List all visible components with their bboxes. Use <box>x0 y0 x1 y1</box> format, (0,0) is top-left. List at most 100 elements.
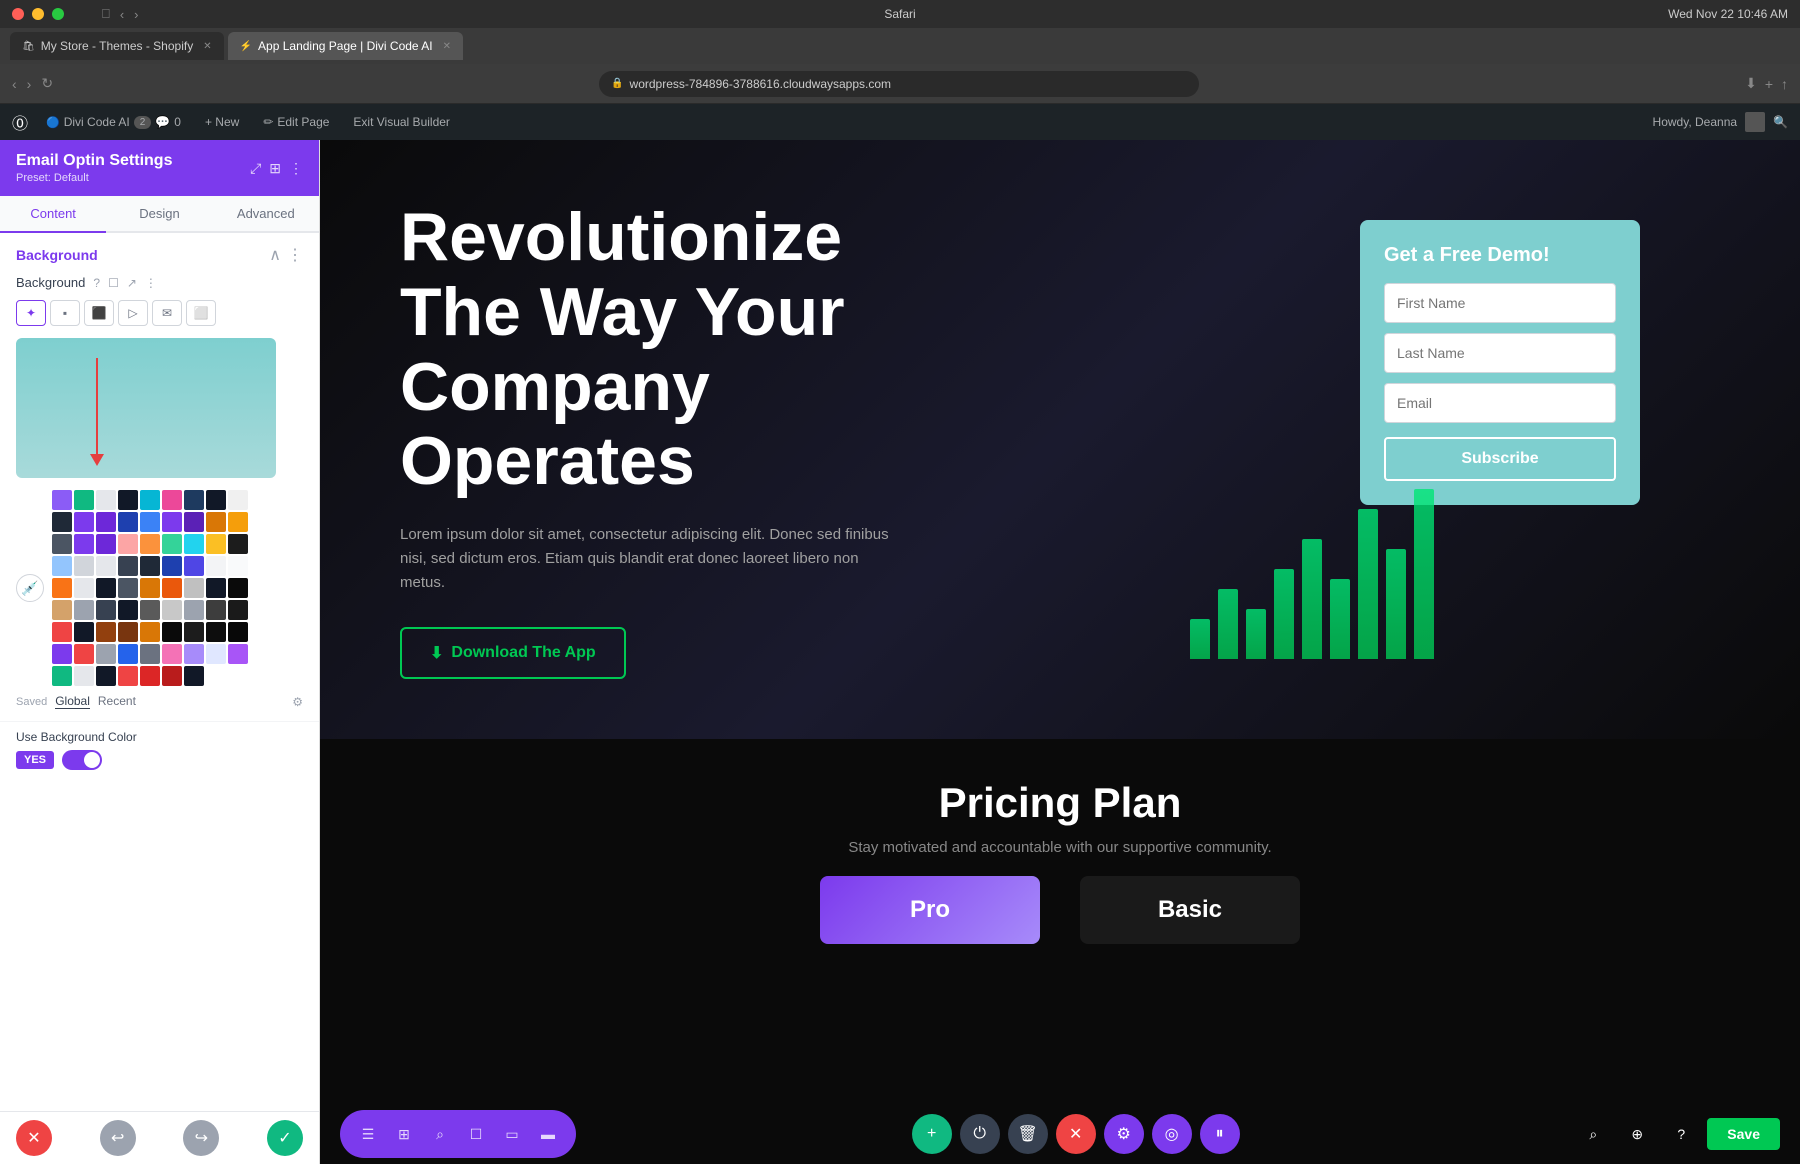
undo-circle-btn[interactable]: ◎ <box>1152 1114 1192 1154</box>
swatch[interactable] <box>184 644 204 664</box>
settings-btn[interactable]: ⚙ <box>1104 1114 1144 1154</box>
settings-cog-icon[interactable]: ⚙ <box>292 695 303 709</box>
swatch[interactable] <box>74 622 94 642</box>
shopify-tab-close[interactable]: ✕ <box>203 41 211 52</box>
bg-color-type[interactable]: ✦ <box>16 300 46 326</box>
last-name-input[interactable] <box>1384 333 1616 373</box>
address-bar[interactable]: 🔒 wordpress-784896-3788616.cloudwaysapps… <box>599 71 1199 97</box>
swatch[interactable] <box>162 644 182 664</box>
swatch[interactable] <box>228 578 248 598</box>
search-icon[interactable]: 🔍 <box>1773 115 1788 129</box>
undo-button[interactable]: ↩ <box>100 1120 136 1156</box>
swatch[interactable] <box>140 578 160 598</box>
swatch[interactable] <box>140 600 160 620</box>
use-bg-toggle[interactable] <box>62 750 102 770</box>
power-btn[interactable]: ⏻ <box>960 1114 1000 1154</box>
swatch[interactable] <box>74 644 94 664</box>
swatch[interactable] <box>74 578 94 598</box>
edit-page-item[interactable]: ✏ Edit Page <box>257 113 335 131</box>
pause-btn[interactable]: ⏸ <box>1200 1114 1240 1154</box>
swatch[interactable] <box>184 578 204 598</box>
swatch[interactable] <box>118 600 138 620</box>
add-btn[interactable]: ⊕ <box>1619 1116 1655 1152</box>
add-module-btn[interactable]: + <box>912 1114 952 1154</box>
close-btn[interactable]: ✕ <box>1056 1114 1096 1154</box>
swatch[interactable] <box>140 622 160 642</box>
toolbar-search-btn[interactable]: ⌕ <box>424 1118 456 1150</box>
swatch[interactable] <box>118 622 138 642</box>
zoom-btn[interactable]: ⌕ <box>1575 1116 1611 1152</box>
swatch[interactable] <box>228 534 248 554</box>
swatch[interactable] <box>96 534 116 554</box>
swatch[interactable] <box>140 644 160 664</box>
swatch[interactable] <box>162 666 182 686</box>
wp-logo[interactable]: ⓪ <box>12 110 28 134</box>
swatch[interactable] <box>206 578 226 598</box>
swatch[interactable] <box>74 490 94 510</box>
swatch[interactable] <box>162 534 182 554</box>
swatch[interactable] <box>206 644 226 664</box>
collapse-icon[interactable]: ∧ <box>269 245 281 265</box>
swatch[interactable] <box>96 578 116 598</box>
confirm-button[interactable]: ✓ <box>267 1120 303 1156</box>
bg-more2-icon[interactable]: ⋮ <box>145 276 157 290</box>
back-button[interactable]: ‹ <box>12 76 17 92</box>
fullscreen-icon[interactable]: ⤢ <box>250 160 261 177</box>
section-more-icon[interactable]: ⋮ <box>287 245 303 265</box>
swatch[interactable] <box>74 600 94 620</box>
swatch[interactable] <box>162 512 182 532</box>
swatch[interactable] <box>96 600 116 620</box>
back-icon[interactable]: ‹ <box>120 7 124 22</box>
swatch[interactable] <box>52 578 72 598</box>
tab-advanced[interactable]: Advanced <box>213 196 319 233</box>
swatch[interactable] <box>184 490 204 510</box>
bg-image-type[interactable]: ▪ <box>50 300 80 326</box>
swatch[interactable] <box>140 490 160 510</box>
swatch[interactable] <box>96 644 116 664</box>
swatch[interactable] <box>96 622 116 642</box>
more-icon[interactable]: ⋮ <box>289 160 303 177</box>
swatch[interactable] <box>162 578 182 598</box>
save-button[interactable]: Save <box>1707 1118 1780 1150</box>
swatch[interactable] <box>206 600 226 620</box>
help-btn[interactable]: ? <box>1663 1116 1699 1152</box>
mac-close-dot[interactable] <box>12 8 24 20</box>
swatch[interactable] <box>184 556 204 576</box>
bg-help-icon[interactable]: ? <box>93 276 100 290</box>
mac-maximize-dot[interactable] <box>52 8 64 20</box>
swatch[interactable] <box>96 490 116 510</box>
swatch[interactable] <box>52 644 72 664</box>
swatch[interactable] <box>228 644 248 664</box>
swatch[interactable] <box>228 490 248 510</box>
tab-shopify[interactable]: 🛍 My Store - Themes - Shopify ✕ <box>10 32 224 60</box>
toolbar-tablet-btn[interactable]: ▭ <box>496 1118 528 1150</box>
swatch[interactable] <box>96 666 116 686</box>
swatch[interactable] <box>118 512 138 532</box>
swatch[interactable] <box>228 622 248 642</box>
swatch[interactable] <box>206 556 226 576</box>
swatch[interactable] <box>74 512 94 532</box>
tab-wordpress[interactable]: ⚡ App Landing Page | Divi Code AI ✕ <box>228 32 463 60</box>
swatch[interactable] <box>184 666 204 686</box>
swatch[interactable] <box>206 490 226 510</box>
swatch[interactable] <box>96 556 116 576</box>
mac-minimize-dot[interactable] <box>32 8 44 20</box>
divi-code-ai-item[interactable]: 🔵 Divi Code AI 2 💬 0 <box>40 113 187 131</box>
swatch[interactable] <box>118 578 138 598</box>
swatch[interactable] <box>184 534 204 554</box>
swatch[interactable] <box>52 600 72 620</box>
swatch[interactable] <box>118 556 138 576</box>
swatch[interactable] <box>228 556 248 576</box>
toolbar-desktop-btn[interactable]: ☐ <box>460 1118 492 1150</box>
swatch[interactable] <box>184 622 204 642</box>
toolbar-grid-btn[interactable]: ⊞ <box>388 1118 420 1150</box>
swatch[interactable] <box>162 490 182 510</box>
swatch[interactable] <box>118 644 138 664</box>
swatch[interactable] <box>74 534 94 554</box>
sidebar-icon[interactable]: ⎕ <box>102 6 110 22</box>
swatch[interactable] <box>74 666 94 686</box>
swatch[interactable] <box>74 556 94 576</box>
recent-tab[interactable]: Recent <box>98 694 136 709</box>
downloads-icon[interactable]: ⬇ <box>1745 75 1757 92</box>
add-tab-icon[interactable]: + <box>1765 76 1773 92</box>
